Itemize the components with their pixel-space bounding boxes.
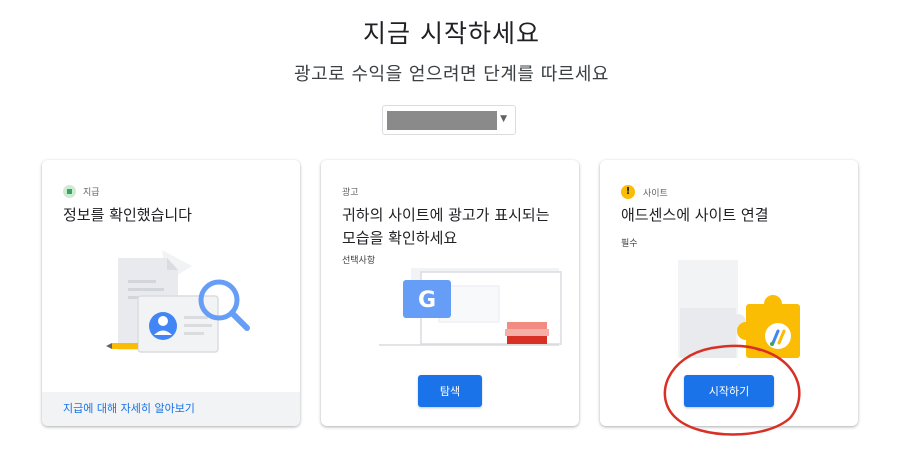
learn-more-payments-link[interactable]: 지급에 대해 자세히 알아보기 <box>42 392 300 426</box>
card-ads: 광고 귀하의 사이트에 광고가 표시되는 모습을 확인하세요 선택사항 G 탐색 <box>321 160 579 426</box>
card-payments: 지급 정보를 확인했습니다 지급에 대해 자세히 알아보기 <box>42 160 300 426</box>
explore-button[interactable]: 탐색 <box>418 375 482 407</box>
caret-down-icon: ▼ <box>500 114 507 124</box>
card-site: ! 사이트 애드센스에 사이트 연결 필수 시작하기 <box>600 160 858 426</box>
get-started-button[interactable]: 시작하기 <box>684 375 774 407</box>
redacted-account-value <box>387 111 497 130</box>
account-selector[interactable]: ▼ <box>382 105 516 135</box>
payments-illustration <box>106 250 250 353</box>
page-subtitle: 광고로 수익을 얻으려면 단계를 따르세요 <box>294 64 609 85</box>
svg-text:G: G <box>418 288 436 313</box>
page-title: 지금 시작하세요 <box>363 19 540 48</box>
